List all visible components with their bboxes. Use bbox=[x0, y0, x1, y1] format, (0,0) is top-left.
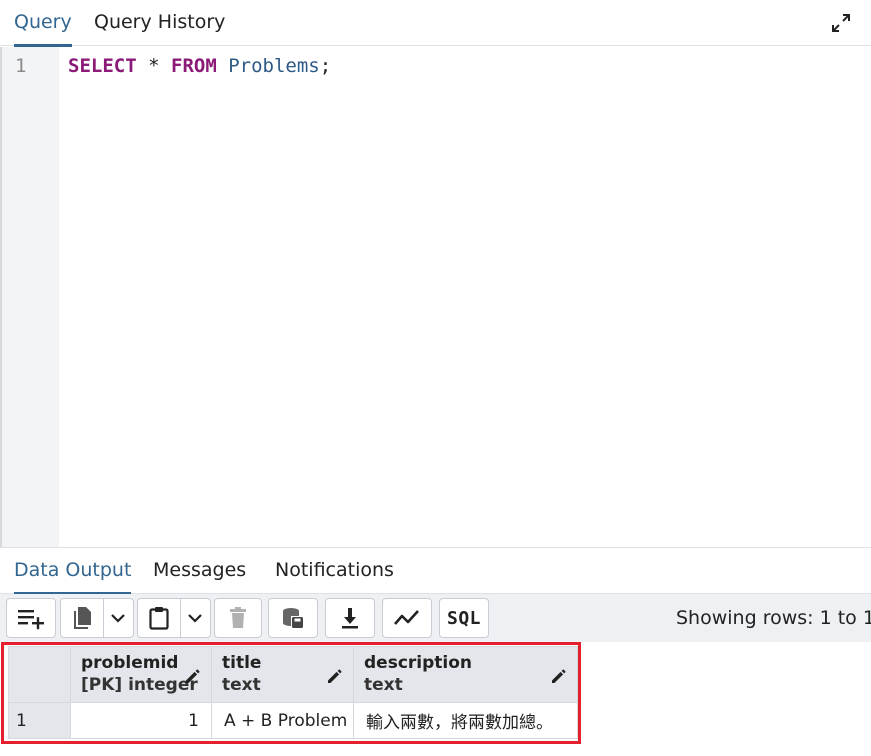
copy-button-group bbox=[60, 598, 134, 638]
table-identifier: Problems bbox=[228, 55, 320, 77]
grid-header-row: problemid [PK] integer title text descri… bbox=[8, 646, 578, 703]
row-number-cell[interactable]: 1 bbox=[8, 702, 71, 739]
tab-query[interactable]: Query bbox=[14, 0, 72, 47]
result-grid-area: problemid [PK] integer title text descri… bbox=[0, 642, 871, 756]
chevron-down-icon bbox=[188, 614, 203, 623]
tab-notifications[interactable]: Notifications bbox=[275, 548, 394, 594]
expand-icon[interactable] bbox=[829, 11, 853, 35]
delete-button-group bbox=[214, 598, 262, 638]
statement-terminator: ; bbox=[319, 55, 332, 77]
pencil-icon[interactable] bbox=[550, 667, 568, 685]
paste-options-dropdown[interactable] bbox=[181, 599, 210, 637]
query-tab-bar: Query Query History bbox=[0, 0, 871, 47]
result-grid: problemid [PK] integer title text descri… bbox=[8, 646, 578, 739]
cell-title[interactable]: A + B Problem bbox=[211, 702, 354, 739]
download-button[interactable] bbox=[325, 598, 375, 638]
code-line[interactable]: SELECT * FROM Problems; bbox=[68, 55, 331, 77]
save-data-button[interactable] bbox=[268, 598, 318, 638]
column-header-description[interactable]: description text bbox=[353, 646, 578, 703]
table-row: 1 1 A + B Problem 輸入兩數，將兩數加總。 bbox=[8, 702, 578, 739]
trash-icon bbox=[230, 607, 246, 628]
chevron-down-icon bbox=[111, 614, 126, 623]
add-row-button[interactable] bbox=[6, 598, 56, 638]
graph-visualiser-button[interactable] bbox=[382, 598, 432, 638]
rows-count-status: Showing rows: 1 to 1 bbox=[676, 607, 871, 629]
column-header-title[interactable]: title text bbox=[211, 646, 354, 703]
paste-button[interactable] bbox=[138, 599, 181, 637]
copy-options-dropdown[interactable] bbox=[104, 599, 133, 637]
cell-description[interactable]: 輸入兩數，將兩數加總。 bbox=[353, 702, 578, 739]
download-icon bbox=[342, 608, 358, 629]
tab-data-output[interactable]: Data Output bbox=[14, 548, 132, 595]
line-number-gutter: 1 bbox=[0, 47, 59, 547]
column-name: description bbox=[364, 653, 473, 673]
copy-icon bbox=[73, 607, 91, 629]
sql-button[interactable]: SQL bbox=[439, 598, 489, 638]
copy-button[interactable] bbox=[61, 599, 104, 637]
pencil-icon[interactable] bbox=[184, 667, 202, 685]
data-output-toolbar: SQL Showing rows: 1 to 1 bbox=[0, 594, 871, 642]
line-chart-icon bbox=[394, 610, 419, 625]
keyword-from: FROM bbox=[171, 55, 217, 77]
cell-problemid[interactable]: 1 bbox=[70, 702, 212, 739]
row-number-header[interactable] bbox=[8, 646, 71, 703]
database-save-icon bbox=[283, 608, 303, 628]
tab-query-history[interactable]: Query History bbox=[94, 0, 225, 46]
clipboard-icon bbox=[149, 607, 169, 630]
delete-button[interactable] bbox=[215, 599, 261, 637]
pencil-icon[interactable] bbox=[326, 667, 344, 685]
column-header-problemid[interactable]: problemid [PK] integer bbox=[70, 646, 212, 703]
star-operator: * bbox=[148, 55, 160, 77]
sql-button-label: SQL bbox=[446, 607, 481, 629]
output-tab-bar: Data Output Messages Notifications bbox=[0, 547, 871, 595]
sql-editor[interactable]: 1 SELECT * FROM Problems; bbox=[0, 47, 871, 547]
keyword-select: SELECT bbox=[68, 55, 137, 77]
add-row-icon bbox=[18, 610, 44, 630]
tab-messages[interactable]: Messages bbox=[153, 548, 246, 594]
column-type: text bbox=[364, 675, 403, 695]
paste-button-group bbox=[137, 598, 211, 638]
line-number: 1 bbox=[15, 55, 27, 77]
